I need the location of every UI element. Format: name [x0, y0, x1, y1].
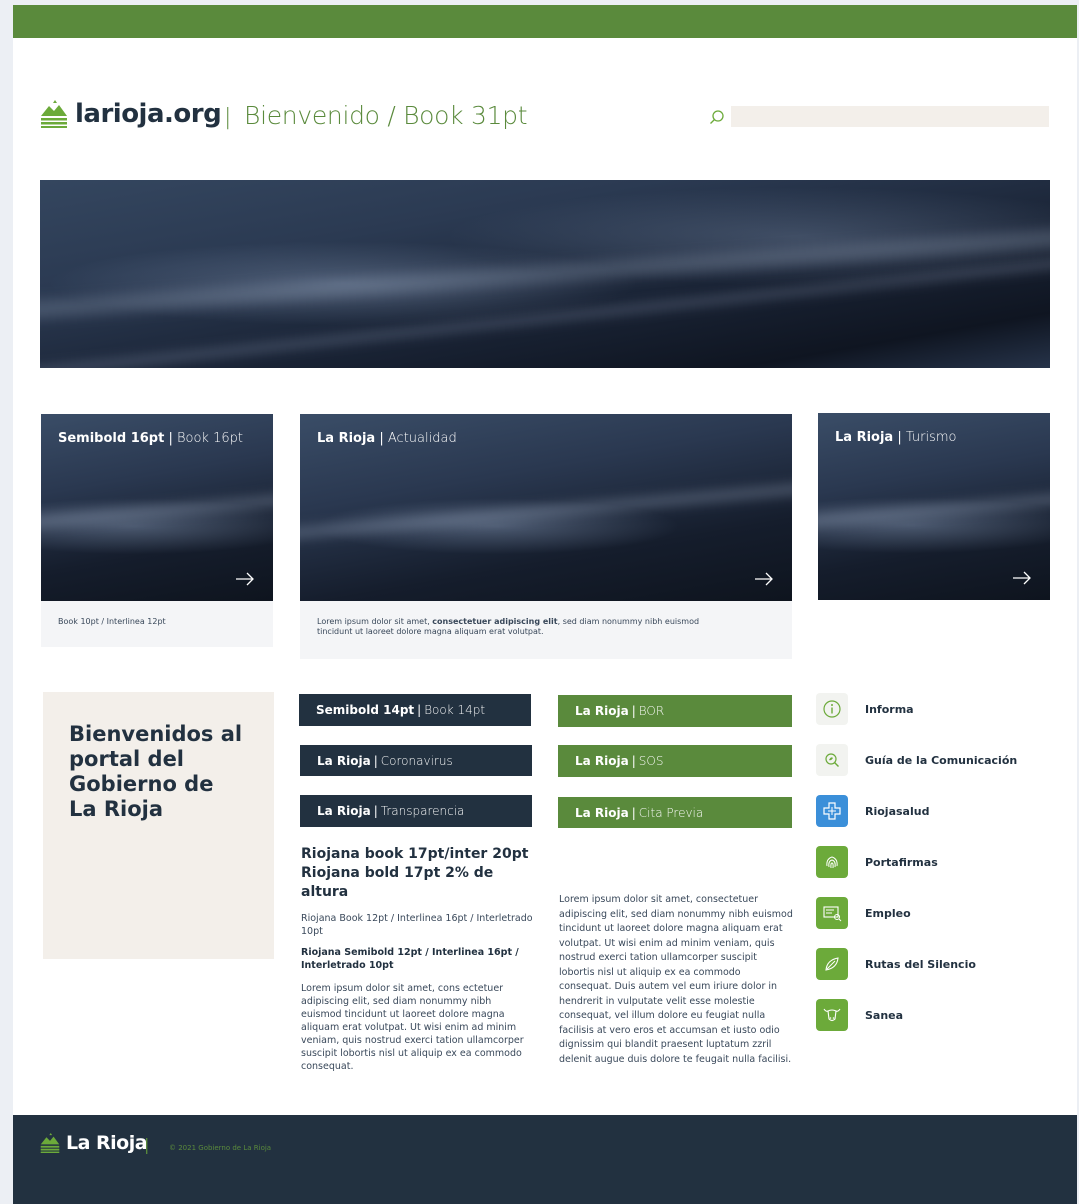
dark-link-bar-semibold[interactable]: Semibold 14pt | Book 14pt: [299, 694, 531, 726]
service-item-empleo[interactable]: Empleo: [816, 897, 911, 929]
arrow-right-icon[interactable]: [754, 572, 774, 586]
service-label: Riojasalud: [865, 804, 930, 818]
footer-separator: |: [144, 1135, 150, 1154]
hero-banner-image: [40, 180, 1050, 368]
service-item-riojasalud[interactable]: Riojasalud: [816, 795, 929, 827]
service-item-informa[interactable]: Informa: [816, 693, 914, 725]
card-title: La Rioja | Turismo: [835, 430, 957, 445]
card-semibold[interactable]: Semibold 16pt | Book 16pt Book 10pt / In…: [41, 414, 273, 647]
service-label: Guía de la Comunicación: [865, 753, 1018, 767]
lorem-column: Lorem ipsum dolor sit amet, consectetuer…: [559, 894, 793, 1065]
welcome-heading: Bienvenidos al portal del Gobierno de La…: [69, 722, 243, 821]
info-icon: [823, 700, 841, 718]
card-footer-text: Book 10pt / Interlinea 12pt: [41, 601, 273, 647]
page-title: Bienvenido / Book 31pt: [244, 101, 528, 130]
route-leaf-icon: [825, 957, 839, 971]
service-item-portafirmas[interactable]: Portafirmas: [816, 846, 938, 878]
service-label: Portafirmas: [865, 855, 938, 869]
search-input[interactable]: [731, 106, 1049, 127]
dark-link-bar-transparencia[interactable]: La Rioja | Transparencia: [300, 795, 532, 827]
typography-line-book: Riojana Book 12pt / Interlinea 16pt / In…: [301, 913, 533, 937]
logo-text: larioja.org: [75, 99, 222, 129]
card-footer-text: Lorem ipsum dolor sit amet, consectetuer…: [300, 601, 792, 659]
search-icon[interactable]: [709, 109, 725, 125]
health-cross-icon: [823, 802, 841, 820]
footer-logo-text: La Rioja: [66, 1132, 148, 1154]
fingerprint-icon: [826, 856, 838, 869]
magnifier-leaf-icon: [825, 753, 839, 767]
header-separator: |: [224, 105, 232, 130]
la-rioja-logo-icon: [41, 100, 67, 128]
site-logo[interactable]: larioja.org: [39, 99, 222, 129]
job-search-icon: [823, 906, 842, 922]
dark-link-bar-coronavirus[interactable]: La Rioja | Coronavirus: [300, 745, 532, 776]
la-rioja-logo-icon: [40, 1133, 60, 1153]
green-link-bar-bor[interactable]: La Rioja | BOR: [558, 695, 792, 727]
cow-icon: [823, 1008, 841, 1022]
top-bar: [13, 5, 1077, 38]
card-actualidad[interactable]: La Rioja | Actualidad Lorem ipsum dolor …: [300, 414, 792, 659]
footer-logo[interactable]: La Rioja: [39, 1132, 148, 1154]
arrow-right-icon[interactable]: [235, 572, 255, 586]
service-label: Sanea: [865, 1008, 904, 1022]
welcome-box: Bienvenidos al portal del Gobierno de La…: [43, 692, 274, 959]
typography-heading: Riojana book 17pt/inter 20pt Riojana bol…: [301, 846, 529, 900]
typography-lorem: Lorem ipsum dolor sit amet, cons ectetue…: [301, 983, 524, 1072]
service-label: Empleo: [865, 906, 911, 920]
service-item-guia-comunicacion[interactable]: Guía de la Comunicación: [816, 744, 1017, 776]
arrow-right-icon[interactable]: [1012, 571, 1032, 585]
footer-copyright: © 2021 Gobierno de La Rioja: [169, 1144, 272, 1152]
typography-line-semibold: Riojana Semibold 12pt / Interlinea 16pt …: [301, 947, 519, 971]
green-link-bar-cita-previa[interactable]: La Rioja | Cita Previa: [558, 797, 792, 828]
footer: La Rioja | © 2021 Gobierno de La Rioja: [13, 1115, 1077, 1204]
service-label: Informa: [865, 702, 914, 716]
service-item-sanea[interactable]: Sanea: [816, 999, 903, 1031]
card-title: Semibold 16pt | Book 16pt: [58, 431, 243, 446]
service-label: Rutas del Silencio: [865, 957, 976, 971]
typography-sample: Riojana book 17pt/inter 20pt Riojana bol…: [301, 845, 533, 1073]
service-item-rutas-silencio[interactable]: Rutas del Silencio: [816, 948, 976, 980]
green-link-bar-sos[interactable]: La Rioja | SOS: [558, 745, 792, 777]
card-title: La Rioja | Actualidad: [317, 431, 457, 446]
card-turismo[interactable]: La Rioja | Turismo: [818, 413, 1050, 601]
page: larioja.org | Bienvenido / Book 31pt Sem…: [13, 5, 1077, 1204]
